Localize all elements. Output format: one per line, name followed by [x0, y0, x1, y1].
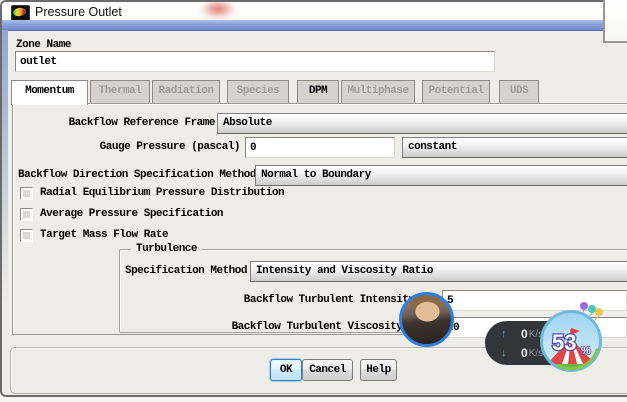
tab-radiation: Radiation [152, 80, 220, 103]
blurred-red-dot [200, 2, 236, 18]
direction-method-select[interactable]: Normal to Boundary [255, 165, 627, 186]
upload-speed-value: 0 [521, 327, 528, 341]
reference-frame-label: Backflow Reference Frame [68, 117, 216, 129]
webcam-avatar[interactable] [399, 292, 454, 347]
purple-balloon-icon [580, 302, 588, 310]
reference-frame-select[interactable]: Absolute [217, 113, 627, 134]
tab-uds: UDS [499, 80, 539, 103]
fluent-app-icon [11, 5, 30, 21]
gauge-pressure-input[interactable] [245, 137, 395, 158]
tab-potential: Potential [422, 80, 490, 103]
title-bar[interactable]: Pressure Outlet [2, 2, 627, 31]
tab-thermal: Thermal [90, 80, 150, 103]
ok-button[interactable]: OK [270, 359, 302, 381]
target-mass-flow-checkbox[interactable] [20, 229, 33, 242]
badge-percent-sign: % [581, 345, 591, 357]
radial-equilibrium-label: Radial Equilibrium Pressure Distribution [40, 187, 285, 199]
spec-method-select[interactable]: Intensity and Viscosity Ratio [250, 261, 627, 282]
average-pressure-checkbox[interactable] [20, 208, 33, 221]
down-arrow-icon: ↓ [501, 347, 507, 359]
viscosity-ratio-label: Backflow Turbulent Viscosity Ratio [231, 321, 440, 333]
spec-method-label: Specification Method [124, 265, 248, 277]
up-arrow-icon: ↑ [501, 328, 507, 340]
gauge-pressure-label: Gauge Pressure (pascal) [99, 141, 241, 153]
turbulent-intensity-label: Backflow Turbulent Intensity (%) [243, 294, 440, 306]
zone-name-input[interactable] [15, 51, 495, 72]
help-button[interactable]: Help [360, 359, 397, 381]
screen: Pressure Outlet Zone Name Momentum Therm… [0, 0, 627, 402]
teal-balloon-icon [588, 305, 596, 313]
contour-swirl-icon [12, 7, 27, 17]
titlebar-blue-strip [2, 20, 627, 31]
badge-percent-text: 53 [552, 330, 576, 355]
memory-usage-ball[interactable]: 53 % [537, 298, 607, 378]
download-speed-value: 0 [521, 346, 528, 360]
tab-momentum[interactable]: Momentum [11, 80, 88, 105]
tab-multiphase: Multiphase [341, 80, 415, 103]
turbulence-group-title: Turbulence [131, 242, 203, 256]
tab-dpm[interactable]: DPM [297, 80, 339, 103]
tab-species: Species [227, 80, 289, 103]
gauge-pressure-profile-select[interactable]: constant [402, 137, 627, 158]
window-title: Pressure Outlet [35, 5, 122, 19]
background-window-corner [603, 0, 627, 43]
cancel-button[interactable]: Cancel [302, 359, 353, 381]
average-pressure-label: Average Pressure Specification [40, 208, 224, 220]
yellow-balloon-icon [595, 308, 603, 316]
radial-equilibrium-checkbox[interactable] [20, 187, 33, 200]
